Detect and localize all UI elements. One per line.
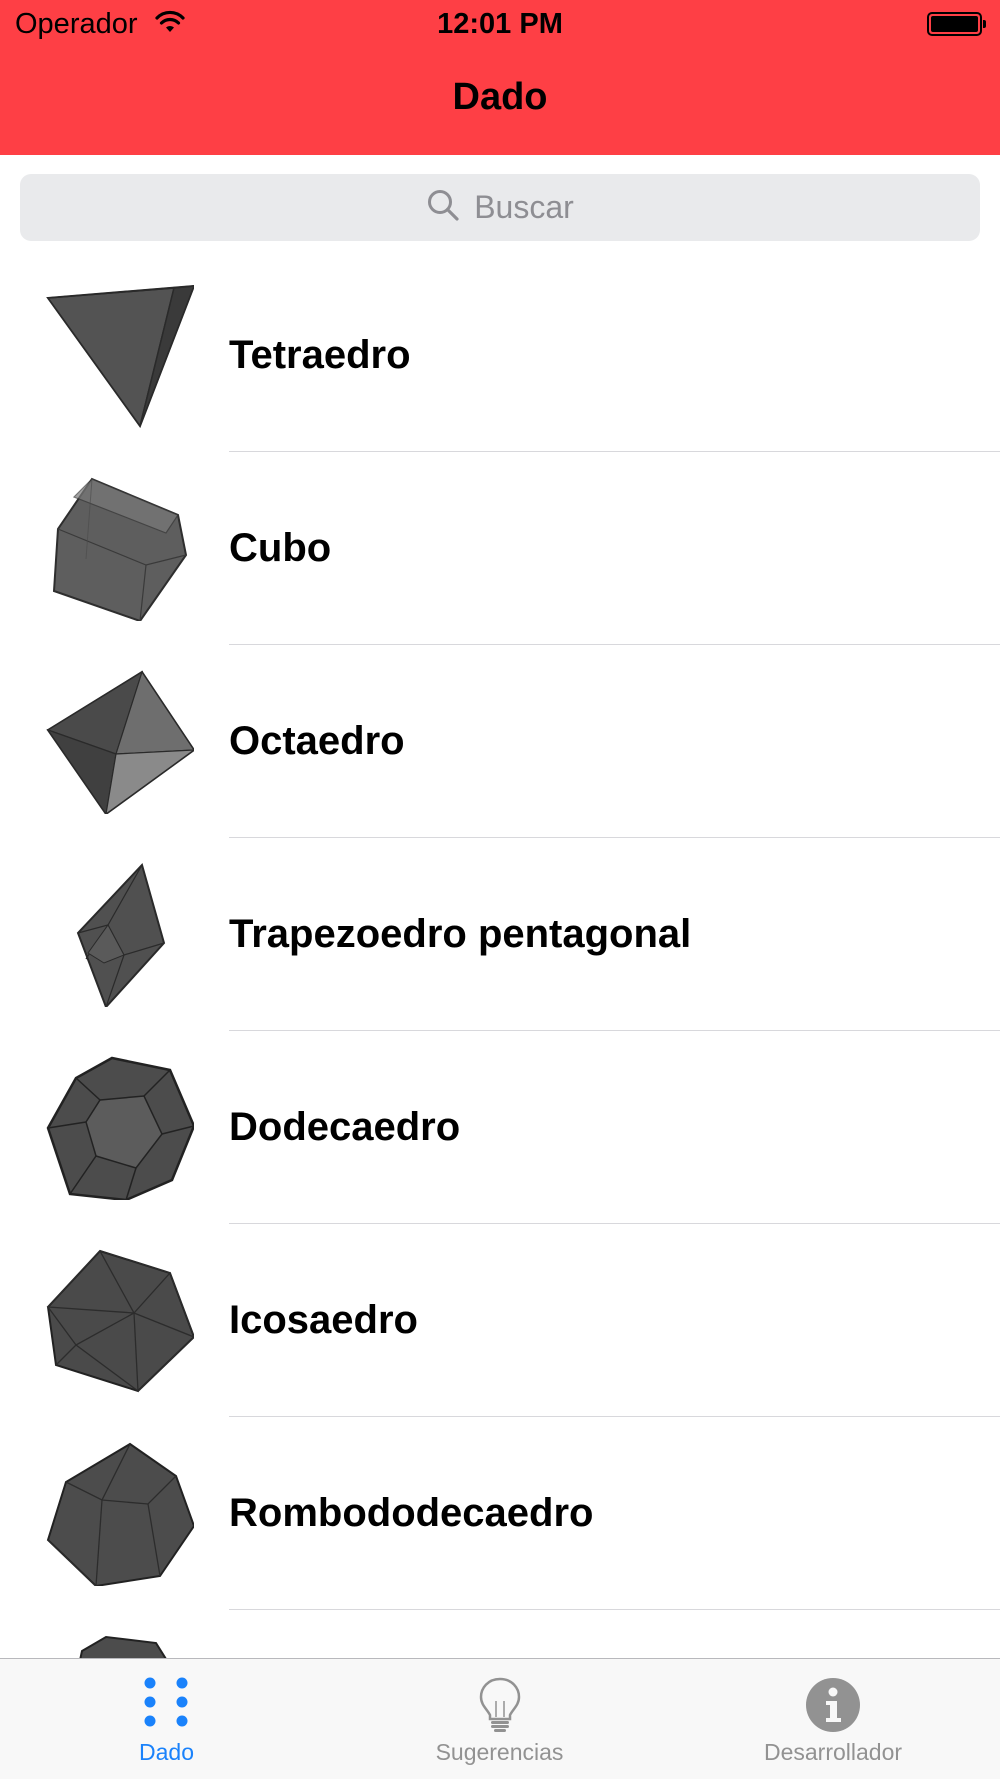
cube-icon (46, 477, 194, 623)
list-item-tetraedro[interactable]: Tetraedro (0, 259, 1000, 452)
list-item-icosaedro[interactable]: Icosaedro (0, 1224, 1000, 1417)
tetrahedron-icon (46, 284, 196, 429)
tab-label: Dado (139, 1739, 194, 1765)
navigation-bar: Operador 12:01 PM Dado (0, 0, 1000, 155)
tab-label: Sugerencias (435, 1739, 564, 1765)
list-item-label: Rombododecaedro (229, 1491, 594, 1535)
tab-label: Desarrollador (763, 1739, 903, 1765)
list-item-label: Cubo (229, 526, 332, 570)
icosahedron-icon (46, 1249, 196, 1393)
list-item-octaedro[interactable]: Octaedro (0, 645, 1000, 838)
pentagonal-trapezohedron-icon (46, 863, 194, 1009)
info-icon (805, 1677, 861, 1738)
octahedron-icon (46, 670, 196, 816)
list-item-dodecaedro[interactable]: Dodecaedro (0, 1031, 1000, 1224)
search-input[interactable]: Buscar (20, 174, 980, 241)
status-bar: Operador 12:01 PM (0, 0, 1000, 50)
tab-desarrollador[interactable]: Desarrollador (666, 1659, 1000, 1779)
list-item-label: Tetraedro (229, 333, 411, 377)
list-item-rombododecaedro[interactable]: Rombododecaedro (0, 1417, 1000, 1610)
list-item-label: Trapezoedro pentagonal (229, 912, 692, 956)
list-item-label: Icosaedro (229, 1298, 418, 1342)
list-item-cubo[interactable]: Cubo (0, 452, 1000, 645)
dodecahedron-icon (46, 1056, 196, 1202)
lightbulb-icon (478, 1677, 522, 1738)
list-item-label: Dodecaedro (229, 1105, 461, 1149)
status-time: 12:01 PM (437, 8, 563, 40)
battery-icon (927, 12, 986, 36)
tab-sugerencias[interactable]: Sugerencias (333, 1659, 666, 1779)
page-title: Dado (452, 76, 548, 118)
dice-dots-icon (142, 1677, 192, 1732)
list-item-label: Octaedro (229, 719, 405, 763)
dice-list: Tetraedro Cubo Octaedro Trapezoedro pent… (0, 259, 1000, 1730)
rhombic-dodecahedron-icon (46, 1442, 196, 1588)
list-item-trapezoedro-pentagonal[interactable]: Trapezoedro pentagonal (0, 838, 1000, 1031)
tab-bar: Dado Sugerencias Desarrollador (0, 1658, 1000, 1779)
tab-dado[interactable]: Dado (0, 1659, 333, 1779)
search-icon (426, 188, 460, 227)
search-placeholder: Buscar (474, 189, 574, 225)
